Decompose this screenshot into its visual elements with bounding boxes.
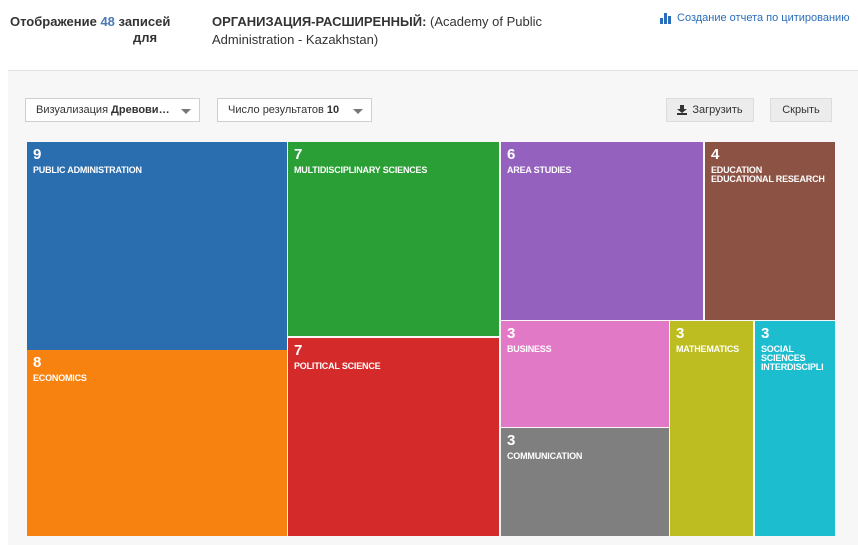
showing-suffix: записей — [118, 14, 171, 29]
tile-count: 6 — [507, 146, 516, 163]
download-icon — [677, 105, 688, 115]
hide-label: Скрыть — [782, 104, 820, 116]
treemap-tile[interactable]: 3 MATHEMATICS — [670, 321, 753, 536]
visualization-value: Древови… — [111, 104, 170, 116]
results-value: 10 — [326, 104, 340, 116]
treemap-tile[interactable]: 9 PUBLIC ADMINISTRATION — [27, 142, 287, 350]
hide-button[interactable]: Скрыть — [770, 98, 832, 122]
visualization-label: Визуализация — [36, 104, 109, 116]
query-field: ОРГАНИЗАЦИЯ-РАСШИРЕННЫЙ: — [212, 14, 427, 29]
treemap-tile[interactable]: 7 MULTIDISCIPLINARY SCIENCES — [288, 142, 499, 336]
showing-for: для — [133, 30, 158, 45]
chevron-down-icon — [181, 109, 191, 114]
tile-label: MATHEMATICS — [676, 344, 739, 354]
citation-report-label: Создание отчета по цитированию — [677, 12, 850, 24]
tile-count: 7 — [294, 146, 303, 163]
tile-label: MULTIDISCIPLINARY SCIENCES — [294, 165, 428, 175]
tile-count: 4 — [711, 146, 720, 163]
treemap-tile[interactable]: 3 SOCIAL SCIENCES INTERDISCIPLI — [755, 321, 835, 536]
tile-count: 3 — [761, 325, 770, 342]
tile-label: POLITICAL SCIENCE — [294, 361, 381, 371]
tile-count: 8 — [33, 354, 42, 371]
tile-count: 7 — [294, 342, 303, 359]
download-button[interactable]: Загрузить — [666, 98, 754, 122]
treemap-tile[interactable]: 7 POLITICAL SCIENCE — [288, 338, 499, 536]
treemap-tile[interactable]: 4 EDUCATION EDUCATIONAL RESEARCH — [705, 142, 835, 320]
record-count: 48 — [100, 14, 115, 29]
download-label: Загрузить — [692, 104, 743, 116]
search-query: ОРГАНИЗАЦИЯ-РАСШИРЕННЫЙ: (Academy of Pub… — [212, 13, 572, 49]
tile-label: ECONOMICS — [33, 373, 87, 383]
treemap-tile[interactable]: 3 COMMUNICATION — [501, 428, 669, 536]
tile-count: 3 — [507, 432, 516, 449]
results-count-dropdown[interactable]: Число результатов 10 — [217, 98, 372, 122]
tile-label: BUSINESS — [507, 344, 552, 354]
query-value-line1: (Academy of Public — [430, 14, 543, 29]
visualization-dropdown[interactable]: Визуализация Древови… — [25, 98, 200, 122]
tile-label: SOCIAL SCIENCES INTERDISCIPLI — [761, 344, 824, 372]
tile-label: COMMUNICATION — [507, 451, 583, 461]
tile-label: EDUCATION EDUCATIONAL RESEARCH — [711, 165, 825, 184]
treemap-tile[interactable]: 8 ECONOMICS — [27, 350, 287, 536]
tile-count: 3 — [676, 325, 685, 342]
query-value-line2: Administration - Kazakhstan) — [212, 32, 379, 47]
showing-records-text: Отображение 48 записей для — [10, 14, 171, 45]
treemap-tile[interactable]: 6 AREA STUDIES — [501, 142, 703, 320]
tile-count: 3 — [507, 325, 516, 342]
chevron-down-icon — [353, 109, 363, 114]
tile-count: 9 — [33, 146, 42, 163]
analysis-panel: Визуализация Древови… Число результатов 10… — [8, 70, 858, 545]
treemap-tile[interactable]: 3 BUSINESS — [501, 321, 669, 427]
bar-chart-icon — [660, 12, 673, 24]
results-header: Отображение 48 записей для ОРГАНИЗАЦИЯ-Р… — [0, 0, 858, 66]
results-label: Число результатов — [228, 104, 324, 116]
showing-prefix: Отображение — [10, 14, 97, 29]
tile-label: PUBLIC ADMINISTRATION — [33, 165, 142, 175]
tile-label: AREA STUDIES — [507, 165, 572, 175]
create-citation-report-link[interactable]: Создание отчета по цитированию — [660, 12, 849, 24]
